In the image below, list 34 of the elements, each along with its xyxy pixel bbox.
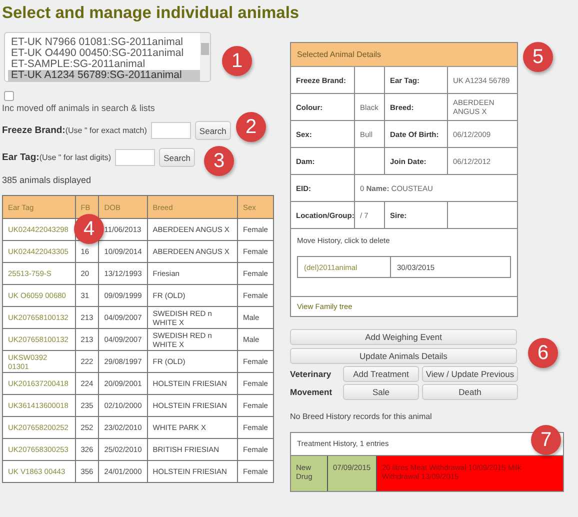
list-option[interactable]: ET-UK A1234 56789:SG-2011animal [8, 70, 200, 81]
panel-header: Selected Animal Details [291, 43, 517, 67]
list-option[interactable]: ET-SAMPLE:SG-2011animal [8, 59, 200, 70]
checkbox[interactable] [4, 91, 14, 101]
search-field[interactable] [150, 122, 191, 139]
search-button[interactable]: Search [194, 121, 231, 140]
callout-badge: 1 [222, 46, 252, 76]
group-label: Veterinary [290, 369, 332, 379]
checkbox-label: Inc moved off animals in search & lists [2, 103, 156, 113]
list-option[interactable]: ET-UK N7966 01081:SG-2011animal [8, 37, 200, 48]
page-title: Select and manage individual animals [2, 4, 300, 24]
callout-badge: 3 [204, 146, 234, 176]
search-label: Ear Tag:(Use " for last digits) [2, 152, 112, 163]
list-option[interactable]: ET-UK O4490 00450:SG-2011animal [8, 48, 200, 59]
callout-badge: 7 [531, 425, 561, 455]
callout-badge: 2 [236, 112, 266, 142]
search-button[interactable]: Search [159, 148, 196, 167]
breed-history-note: No Breed History records for this animal [290, 412, 433, 421]
action-button[interactable]: Death [422, 384, 518, 400]
empty-cell [355, 67, 385, 94]
animal-count: 385 animals displayed [2, 175, 92, 185]
action-button[interactable]: Sale [343, 384, 419, 400]
scrollbar[interactable] [200, 33, 210, 81]
callout-badge: 6 [528, 338, 558, 368]
animal-listbox[interactable]: ET-UK N7966 01081:SG-2011animal ET-UK O4490 00450:SG-2011animal ET-SAMPLE:SG-2011animal ET-UK A1234 56789:SG-2011animal [4, 32, 211, 82]
action-button[interactable]: Add Weighing Event [290, 329, 517, 345]
action-button[interactable]: Update Animals Details [290, 348, 517, 364]
action-button[interactable]: Add Treatment [343, 366, 419, 382]
callout-badge: 5 [523, 42, 553, 72]
search-field[interactable] [115, 149, 156, 166]
action-button[interactable]: View / Update Previous [422, 366, 518, 382]
search-label: Freeze Brand:(Use " for exact match) [2, 125, 147, 136]
group-label: Movement [290, 387, 334, 397]
empty-cell [355, 148, 385, 175]
